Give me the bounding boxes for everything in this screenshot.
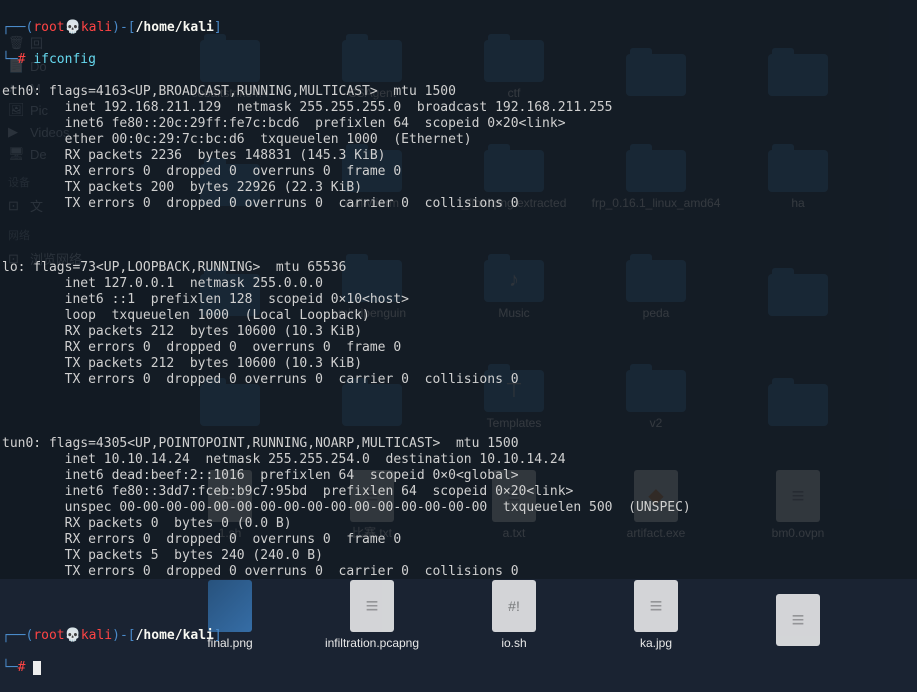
terminal-output-line: lo: flags=73<UP,LOOPBACK,RUNNING> mtu 65… [2, 260, 915, 276]
skull-icon: 💀 [65, 20, 81, 35]
terminal-output-line: inet6 dead:beef:2::1016 prefixlen 64 sco… [2, 468, 915, 484]
terminal-output-line: RX errors 0 dropped 0 overruns 0 frame 0 [2, 532, 915, 548]
prompt-line-1: ┌──(root💀kali)-[/home/kali] [2, 628, 915, 644]
terminal-output-line: RX packets 0 bytes 0 (0.0 B) [2, 516, 915, 532]
terminal-output-line: inet 127.0.0.1 netmask 255.0.0.0 [2, 276, 915, 292]
terminal-output-line: tun0: flags=4305<UP,POINTOPOINT,RUNNING,… [2, 436, 915, 452]
prompt-line-2: └─# ifconfig [2, 52, 915, 68]
command-text: ifconfig [33, 52, 96, 67]
terminal-output-line: RX errors 0 dropped 0 overruns 0 frame 0 [2, 164, 915, 180]
terminal-output-line: ether 00:0c:29:7c:bc:d6 txqueuelen 1000 … [2, 132, 915, 148]
terminal-output-line: RX packets 212 bytes 10600 (10.3 KiB) [2, 324, 915, 340]
terminal-output-line: inet6 fe80::20c:29ff:fe7c:bcd6 prefixlen… [2, 116, 915, 132]
terminal-output-line: TX errors 0 dropped 0 overruns 0 carrier… [2, 372, 915, 388]
terminal-output-line: RX errors 0 dropped 0 overruns 0 frame 0 [2, 340, 915, 356]
terminal-output-line: inet6 fe80::3dd7:fceb:b9c7:95bd prefixle… [2, 484, 915, 500]
terminal-output-line: unspec 00-00-00-00-00-00-00-00-00-00-00-… [2, 500, 915, 516]
prompt-line-1: ┌──(root💀kali)-[/home/kali] [2, 20, 915, 36]
skull-icon: 💀 [65, 628, 81, 643]
terminal-output-line: eth0: flags=4163<UP,BROADCAST,RUNNING,MU… [2, 84, 915, 100]
terminal-cursor [33, 661, 41, 675]
terminal-output-line: RX packets 2236 bytes 148831 (145.3 KiB) [2, 148, 915, 164]
terminal-output-line: inet 10.10.14.24 netmask 255.255.254.0 d… [2, 452, 915, 468]
terminal-window[interactable]: ┌──(root💀kali)-[/home/kali] └─# ifconfig… [0, 0, 917, 579]
prompt-line-2[interactable]: └─# [2, 660, 915, 676]
terminal-output-line: TX packets 5 bytes 240 (240.0 B) [2, 548, 915, 564]
ifconfig-lo-block: lo: flags=73<UP,LOOPBACK,RUNNING> mtu 65… [2, 260, 915, 388]
terminal-output-line: loop txqueuelen 1000 (Local Loopback) [2, 308, 915, 324]
terminal-output-line: TX packets 200 bytes 22926 (22.3 KiB) [2, 180, 915, 196]
ifconfig-eth0-block: eth0: flags=4163<UP,BROADCAST,RUNNING,MU… [2, 84, 915, 212]
terminal-output-line: TX errors 0 dropped 0 overruns 0 carrier… [2, 196, 915, 212]
terminal-output-line: TX errors 0 dropped 0 overruns 0 carrier… [2, 564, 915, 580]
ifconfig-tun0-block: tun0: flags=4305<UP,POINTOPOINT,RUNNING,… [2, 436, 915, 580]
terminal-output-line: inet6 ::1 prefixlen 128 scopeid 0×10<hos… [2, 292, 915, 308]
terminal-output-line: TX packets 212 bytes 10600 (10.3 KiB) [2, 356, 915, 372]
terminal-output-line: inet 192.168.211.129 netmask 255.255.255… [2, 100, 915, 116]
